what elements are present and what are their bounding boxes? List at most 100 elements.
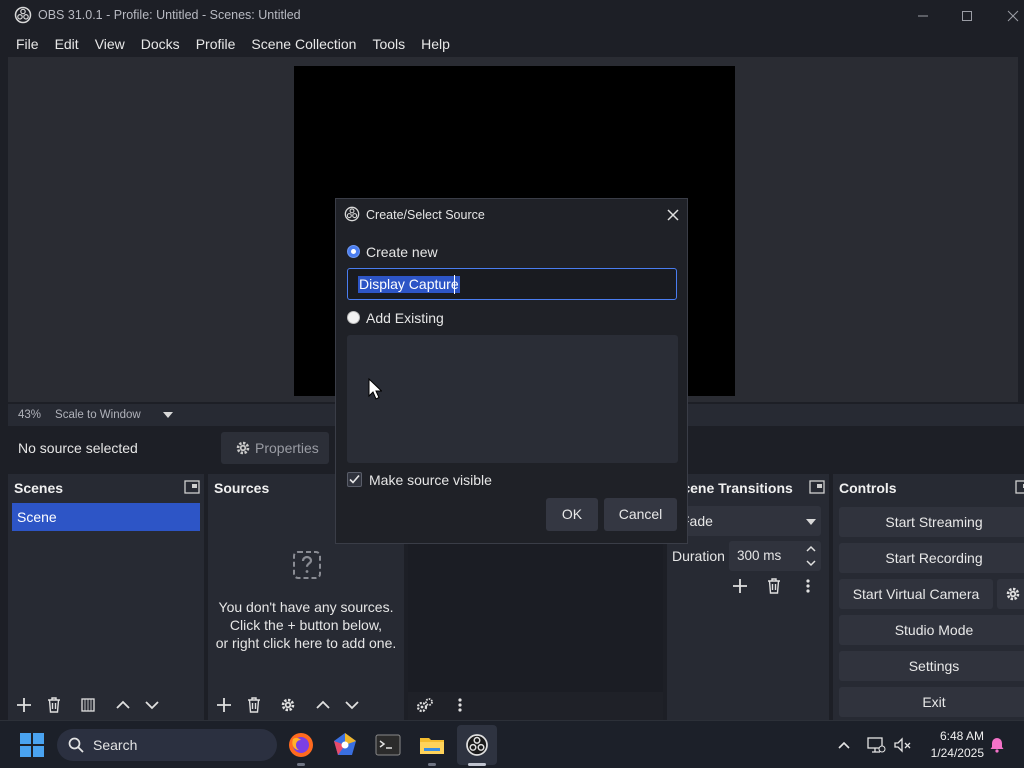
running-indicator bbox=[297, 763, 305, 766]
start-streaming-button[interactable]: Start Streaming bbox=[839, 507, 1024, 537]
trash-icon[interactable] bbox=[46, 697, 62, 713]
chevron-up-icon[interactable] bbox=[837, 738, 851, 752]
menu-edit[interactable]: Edit bbox=[55, 36, 79, 52]
taskbar-search[interactable]: Search bbox=[57, 729, 277, 761]
transition-select[interactable]: Fade bbox=[671, 506, 821, 536]
create-new-radio[interactable] bbox=[347, 245, 360, 258]
obs-taskbar-button[interactable] bbox=[457, 725, 497, 765]
search-icon bbox=[68, 737, 84, 753]
properties-button[interactable]: Properties bbox=[221, 432, 329, 464]
controls-dock: Controls Start Streaming Start Recording… bbox=[833, 474, 1024, 720]
studio-mode-button[interactable]: Studio Mode bbox=[839, 615, 1024, 645]
chevron-down-icon[interactable] bbox=[805, 558, 817, 568]
start-virtual-camera-button[interactable]: Start Virtual Camera bbox=[839, 579, 993, 609]
menu-tools[interactable]: Tools bbox=[372, 36, 405, 52]
sources-title: Sources bbox=[214, 480, 270, 496]
filter-icon[interactable] bbox=[80, 697, 96, 713]
mouse-pointer-icon bbox=[368, 378, 382, 400]
file-explorer-icon[interactable] bbox=[418, 731, 446, 759]
virtual-camera-settings-button[interactable] bbox=[997, 579, 1024, 609]
undock-icon[interactable] bbox=[1015, 480, 1024, 494]
cancel-button[interactable]: Cancel bbox=[604, 498, 677, 531]
menu-scene-collection[interactable]: Scene Collection bbox=[251, 36, 356, 52]
exit-button[interactable]: Exit bbox=[839, 687, 1024, 717]
sources-toolbar bbox=[208, 690, 404, 720]
create-select-source-dialog: Create/Select Source Create new Display … bbox=[335, 198, 688, 544]
mixer-toolbar bbox=[408, 690, 663, 720]
duration-label: Duration bbox=[672, 548, 725, 564]
make-visible-checkbox[interactable] bbox=[347, 472, 362, 487]
menu-help[interactable]: Help bbox=[421, 36, 450, 52]
chevron-up-icon[interactable] bbox=[115, 697, 131, 713]
dialog-title: Create/Select Source bbox=[366, 208, 485, 222]
menu-docks[interactable]: Docks bbox=[141, 36, 180, 52]
maximize-icon bbox=[962, 10, 972, 21]
gear-icon[interactable] bbox=[280, 697, 296, 713]
clock-time[interactable]: 6:48 AM bbox=[922, 729, 984, 743]
scenes-toolbar bbox=[8, 690, 204, 720]
chevron-down-icon[interactable] bbox=[344, 697, 360, 713]
volume-muted-icon[interactable] bbox=[893, 735, 913, 755]
close-window-button[interactable] bbox=[990, 0, 1024, 31]
settings-button[interactable]: Settings bbox=[839, 651, 1024, 681]
terminal-icon[interactable] bbox=[374, 731, 402, 759]
checkmark-icon bbox=[349, 474, 360, 484]
start-recording-button[interactable]: Start Recording bbox=[839, 543, 1024, 573]
app-pentagon-icon[interactable] bbox=[331, 731, 359, 759]
empty-line: Click the + button below, bbox=[229, 617, 383, 633]
maximize-button[interactable] bbox=[944, 0, 990, 31]
chevron-up-icon[interactable] bbox=[315, 697, 331, 713]
minimize-button[interactable] bbox=[900, 0, 946, 31]
network-icon[interactable] bbox=[866, 735, 886, 755]
existing-sources-list[interactable] bbox=[347, 335, 678, 463]
firefox-icon[interactable] bbox=[287, 731, 315, 759]
menu-profile[interactable]: Profile bbox=[196, 36, 236, 52]
zoom-level: 43% bbox=[18, 409, 42, 421]
gears-icon[interactable] bbox=[416, 697, 434, 713]
create-new-label[interactable]: Create new bbox=[366, 244, 438, 260]
close-icon[interactable] bbox=[664, 206, 682, 224]
menu-file[interactable]: File bbox=[16, 36, 39, 52]
make-visible-label[interactable]: Make source visible bbox=[369, 472, 492, 488]
undock-icon[interactable] bbox=[809, 480, 825, 494]
transitions-title: Scene Transitions bbox=[673, 480, 793, 496]
more-options-icon[interactable] bbox=[452, 697, 468, 713]
text-cursor bbox=[454, 275, 455, 294]
add-icon[interactable] bbox=[16, 697, 32, 713]
add-existing-label[interactable]: Add Existing bbox=[366, 310, 444, 326]
obs-logo-icon bbox=[14, 6, 32, 24]
menu-bar: File Edit View Docks Profile Scene Colle… bbox=[0, 31, 1024, 57]
gear-icon bbox=[236, 441, 250, 455]
source-name-input[interactable]: Display Capture bbox=[347, 268, 677, 300]
chevron-down-icon[interactable] bbox=[162, 412, 173, 418]
ok-button[interactable]: OK bbox=[546, 498, 598, 531]
more-options-icon[interactable] bbox=[800, 578, 816, 594]
empty-line: You don't have any sources. bbox=[218, 599, 394, 615]
chevron-down-icon[interactable] bbox=[806, 519, 816, 525]
chevron-down-icon[interactable] bbox=[144, 697, 160, 713]
chevron-up-icon[interactable] bbox=[805, 544, 817, 554]
question-icon bbox=[293, 551, 321, 579]
running-indicator bbox=[428, 763, 436, 766]
scene-list-item[interactable]: Scene bbox=[12, 503, 200, 531]
add-existing-radio[interactable] bbox=[347, 311, 360, 324]
notification-bell-icon[interactable] bbox=[988, 735, 1006, 753]
transitions-dock: Scene Transitions Fade Duration 300 ms bbox=[667, 474, 829, 720]
trash-icon[interactable] bbox=[766, 578, 782, 594]
selection-status: No source selected bbox=[18, 440, 138, 456]
trash-icon[interactable] bbox=[246, 697, 262, 713]
active-indicator bbox=[468, 763, 486, 766]
add-icon[interactable] bbox=[216, 697, 232, 713]
windows-start-icon[interactable] bbox=[20, 733, 44, 757]
undock-icon[interactable] bbox=[184, 480, 200, 494]
scenes-title: Scenes bbox=[14, 480, 64, 496]
scenes-dock: Scenes Scene bbox=[8, 474, 204, 720]
menu-view[interactable]: View bbox=[95, 36, 125, 52]
gear-icon bbox=[1006, 587, 1020, 601]
clock-date[interactable]: 1/24/2025 bbox=[912, 746, 984, 760]
empty-sources-message: You don't have any sources. Click the + … bbox=[208, 598, 404, 652]
add-icon[interactable] bbox=[732, 578, 748, 594]
obs-logo-icon bbox=[344, 206, 360, 222]
source-name-value: Display Capture bbox=[358, 276, 460, 293]
scale-mode-select[interactable]: Scale to Window bbox=[55, 409, 141, 421]
